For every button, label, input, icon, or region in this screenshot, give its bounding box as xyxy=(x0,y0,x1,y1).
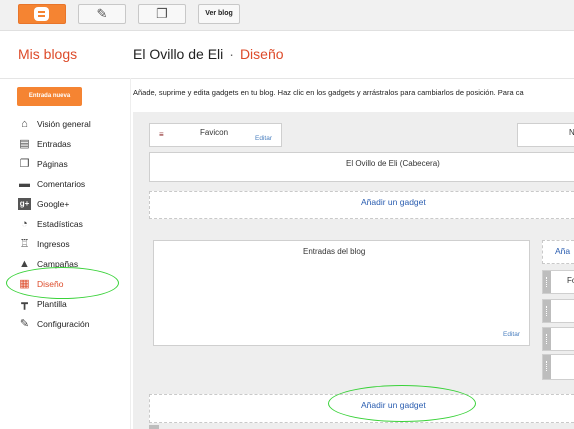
blogger-logo-icon xyxy=(34,7,49,21)
campaign-icon: ▲ xyxy=(19,258,30,270)
pie-chart-icon: ◔ xyxy=(21,218,28,230)
page-title: El Ovillo de Eli · Diseño xyxy=(133,46,284,62)
sidebar-item-google-plus[interactable]: g+ Google+ xyxy=(18,197,130,213)
google-plus-icon: g+ xyxy=(18,198,31,210)
pencil-icon: ✎ xyxy=(96,6,108,21)
copy-icon: ❐ xyxy=(156,6,168,21)
header-divider xyxy=(0,78,574,79)
header-gadget[interactable]: El Ovillo de Eli (Cabecera) xyxy=(149,152,574,182)
gadget-title: Favicon xyxy=(200,128,229,137)
add-gadget-link[interactable]: Aña xyxy=(555,246,570,256)
sidebar-item-label: Estadísticas xyxy=(37,219,83,229)
edit-link[interactable]: Editar xyxy=(255,135,272,142)
blog-posts-gadget[interactable]: Entradas del blog Editar xyxy=(153,240,530,346)
sidebar-item-posts[interactable]: ▤ Entradas xyxy=(18,137,130,153)
sidebar-item-label: Configuración xyxy=(37,319,90,329)
pages-icon: ❐ xyxy=(19,158,30,170)
sidebar-gadget[interactable] xyxy=(542,354,574,380)
highlight-ellipse-layout xyxy=(6,267,119,299)
drag-handle[interactable] xyxy=(543,271,551,293)
sidebar-gadget[interactable] xyxy=(542,327,574,351)
my-blogs-link[interactable]: Mis blogs xyxy=(18,46,77,62)
add-gadget-link[interactable]: Añadir un gadget xyxy=(361,197,426,207)
edit-link[interactable]: Editar xyxy=(503,331,520,338)
sidebar-item-template[interactable]: ┳ Plantilla xyxy=(18,297,130,313)
drag-handle[interactable] xyxy=(543,328,551,350)
gadget-title: El Ovillo de Eli (Cabecera) xyxy=(346,159,440,168)
new-post-button[interactable]: ✎ xyxy=(78,4,126,24)
sidebar-item-label: Entradas xyxy=(37,139,72,149)
posts-icon: ▤ xyxy=(19,138,30,150)
sidebar-divider xyxy=(130,78,131,429)
favicon-icon: ≡ xyxy=(159,130,164,139)
drag-handle[interactable] xyxy=(543,355,551,379)
gadget-title: N xyxy=(569,128,574,137)
home-icon: ⌂ xyxy=(21,118,28,130)
favicon-gadget[interactable]: ≡ Favicon Editar xyxy=(149,123,282,147)
blogger-home-button[interactable] xyxy=(18,4,66,24)
sidebar-gadget[interactable] xyxy=(542,299,574,323)
sidebar-item-label: Plantilla xyxy=(37,299,67,309)
gadget-title: Fo xyxy=(567,276,574,285)
title-separator: · xyxy=(229,46,234,62)
sidebar-item-label: Ingresos xyxy=(37,239,70,249)
highlight-ellipse-add-gadget xyxy=(328,385,476,422)
sidebar-gadget[interactable]: Fo xyxy=(542,270,574,294)
sidebar-item-earnings[interactable]: ♖ Ingresos xyxy=(18,237,130,253)
gadget-title: Entradas del blog xyxy=(303,247,366,256)
view-pages-button[interactable]: ❐ xyxy=(138,4,186,24)
trophy-icon: ♖ xyxy=(19,238,30,250)
sidebar-item-pages[interactable]: ❐ Páginas xyxy=(18,157,130,173)
navbar-gadget[interactable]: N xyxy=(517,123,574,147)
drag-handle[interactable] xyxy=(543,300,551,322)
view-blog-button[interactable]: Ver blog xyxy=(198,4,240,24)
blog-name: El Ovillo de Eli xyxy=(133,46,224,62)
sidebar-item-stats[interactable]: ◔ Estadísticas xyxy=(18,217,130,233)
footer-handle xyxy=(149,425,159,429)
sidebar-item-overview[interactable]: ⌂ Visión general xyxy=(18,117,130,133)
sidebar-item-label: Comentarios xyxy=(37,179,86,189)
sidebar-item-label: Visión general xyxy=(37,119,91,129)
sidebar-item-comments[interactable]: ▬ Comentarios xyxy=(18,177,130,193)
add-gadget-slot-sidebar: Aña xyxy=(542,240,574,264)
sidebar-item-label: Google+ xyxy=(37,199,70,209)
wrench-icon: ✎ xyxy=(19,318,30,330)
add-gadget-slot-header: Añadir un gadget xyxy=(149,191,574,219)
comment-icon: ▬ xyxy=(19,178,30,190)
layout-description: Añade, suprime y edita gadgets en tu blo… xyxy=(133,88,524,97)
sidebar-item-settings[interactable]: ✎ Configuración xyxy=(18,317,130,333)
template-icon: ┳ xyxy=(21,298,28,310)
sidebar-item-label: Páginas xyxy=(37,159,68,169)
section-name: Diseño xyxy=(239,46,284,62)
new-post-button[interactable]: Entrada nueva xyxy=(17,87,82,106)
